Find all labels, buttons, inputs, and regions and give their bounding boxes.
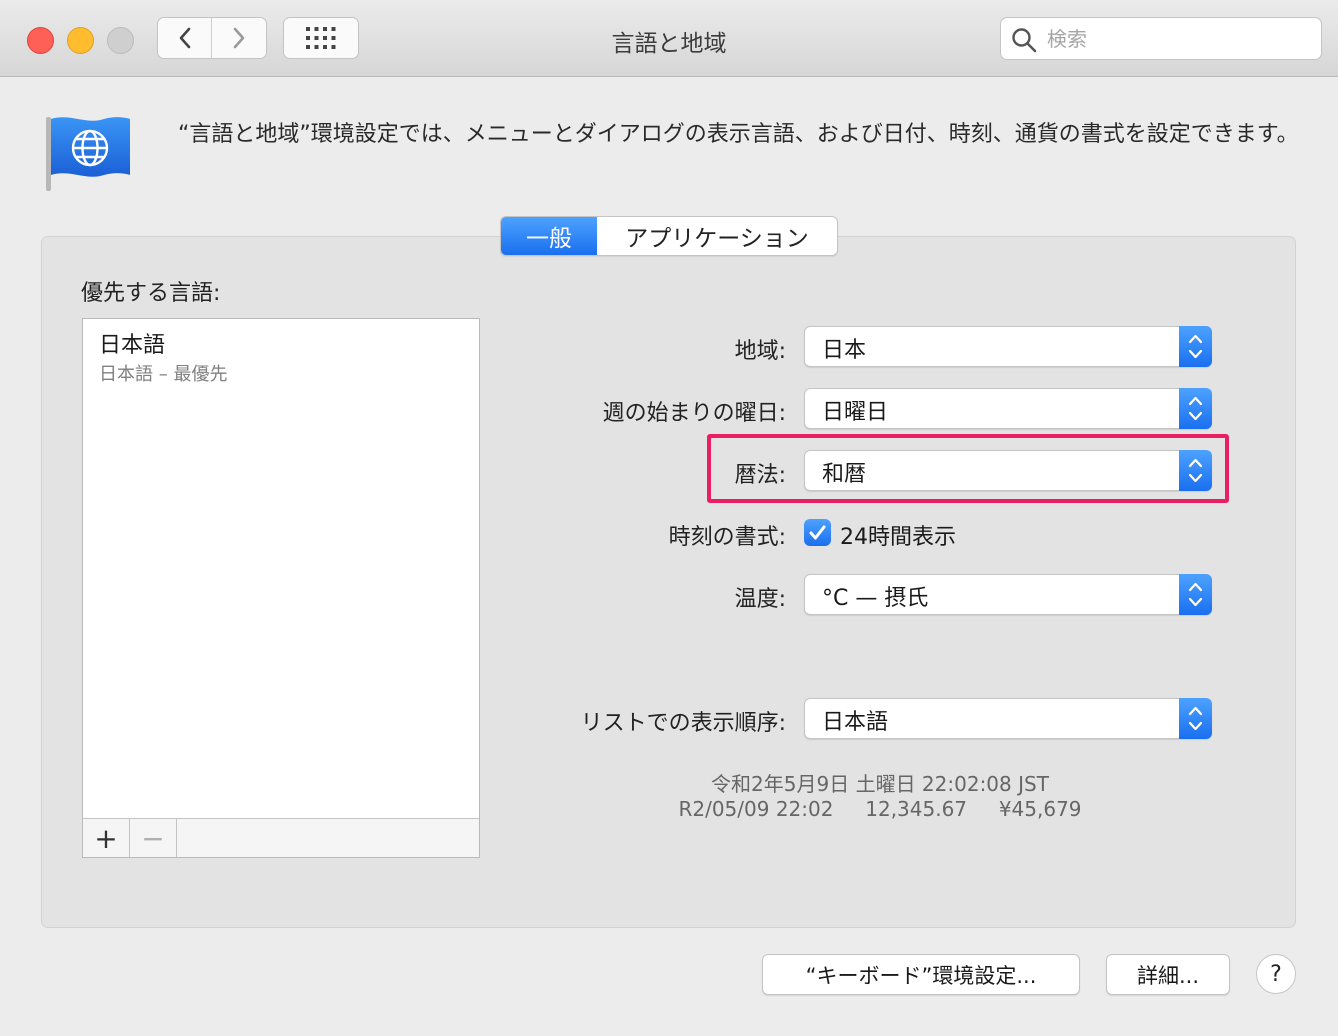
tab-applications[interactable]: アプリケーション <box>597 217 837 255</box>
pane-description: “言語と地域”環境設定では、メニューとダイアログの表示言語、および日付、時刻、通… <box>178 122 1299 147</box>
time-format-label: 時刻の書式: <box>668 525 786 550</box>
sample-date-line: 令和2年5月9日 土曜日 22:02:08 JST <box>711 772 1049 796</box>
popup-arrows-icon <box>1179 698 1212 739</box>
popup-arrows-icon <box>1179 388 1212 429</box>
popup-arrows-icon <box>1179 574 1212 615</box>
list-order-popup[interactable]: 日本語 <box>804 698 1212 739</box>
remove-language-button[interactable]: − <box>130 819 177 857</box>
region-label: 地域: <box>734 339 786 364</box>
tab-general[interactable]: 一般 <box>501 217 597 255</box>
temperature-popup[interactable]: °C — 摂氏 <box>804 574 1212 615</box>
sample-number-line: R2/05/09 22:02 12,345.67 ¥45,679 <box>678 797 1082 821</box>
first-day-popup[interactable]: 日曜日 <box>804 388 1212 429</box>
first-day-label: 週の始まりの曜日: <box>602 401 786 426</box>
region-value: 日本 <box>822 338 867 363</box>
list-order-value: 日本語 <box>822 710 889 735</box>
title-bar: 言語と地域 <box>0 0 1338 77</box>
temperature-value: °C — 摂氏 <box>822 586 929 611</box>
language-subtitle: 日本語 – 最優先 <box>99 364 228 385</box>
24-hour-label[interactable]: 24時間表示 <box>840 519 956 551</box>
advanced-button[interactable]: 詳細... <box>1106 954 1230 995</box>
first-day-value: 日曜日 <box>822 400 889 425</box>
add-language-button[interactable]: + <box>83 819 130 857</box>
preferred-languages-list[interactable]: 日本語 日本語 – 最優先 + − <box>82 318 480 858</box>
list-toolbar: + − <box>83 818 479 857</box>
search-icon <box>1012 28 1037 53</box>
globe-flag-icon <box>46 117 130 191</box>
search-input[interactable] <box>1045 24 1309 54</box>
search-field[interactable] <box>1000 17 1322 60</box>
tab-bar: 一般 アプリケーション <box>500 216 838 256</box>
temperature-label: 温度: <box>734 587 786 612</box>
list-order-label: リストでの表示順序: <box>580 711 786 736</box>
region-popup[interactable]: 日本 <box>804 326 1212 367</box>
checkmark-icon <box>809 525 826 540</box>
language-name: 日本語 <box>99 333 166 358</box>
highlight-annotation <box>707 434 1229 503</box>
preferred-languages-label: 優先する言語: <box>81 281 221 306</box>
keyboard-preferences-button[interactable]: “キーボード”環境設定... <box>762 954 1080 995</box>
24-hour-checkbox[interactable] <box>804 519 831 546</box>
popup-arrows-icon <box>1179 326 1212 367</box>
help-button[interactable]: ? <box>1256 954 1296 994</box>
